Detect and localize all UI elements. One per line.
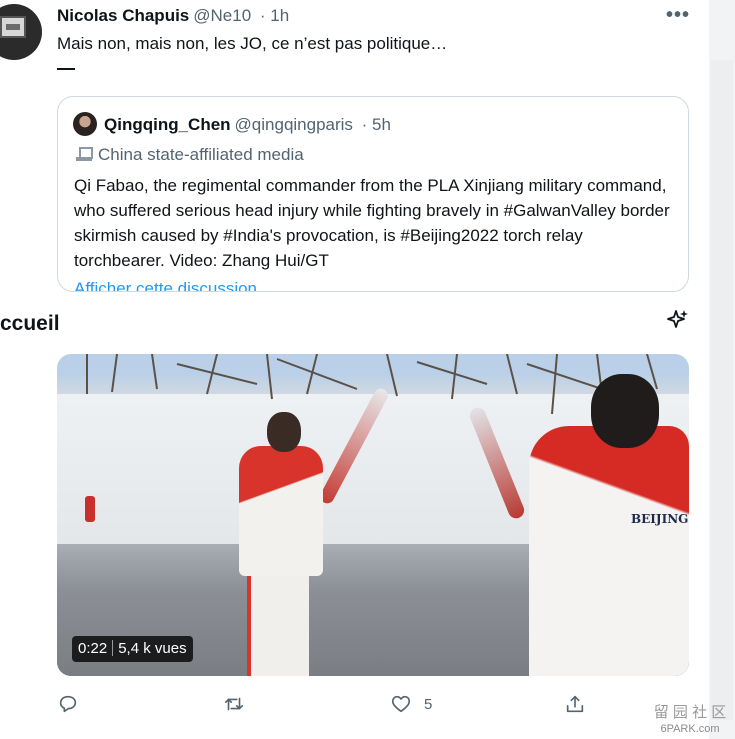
reply-button[interactable] xyxy=(57,690,79,718)
affiliation-text: China state-affiliated media xyxy=(98,145,304,164)
author-name[interactable]: Nicolas Chapuis xyxy=(57,6,189,25)
torchbearer-right: BEIJING 2 xyxy=(529,374,689,676)
like-icon xyxy=(391,695,411,713)
torchbearer-left xyxy=(239,412,323,676)
video-stats-badge: 0:22 5,4 k vues xyxy=(72,636,193,662)
video-duration: 0:22 xyxy=(78,640,108,657)
divider xyxy=(57,68,75,70)
tweet-text: Mais non, mais non, les JO, ce n’est pas… xyxy=(57,34,448,53)
header-overlay: ccueil xyxy=(0,292,709,348)
quoted-author-handle[interactable]: @qingqingparis xyxy=(235,115,353,134)
share-icon xyxy=(566,695,584,713)
tweet-time[interactable]: · 1h xyxy=(260,6,289,25)
video-views: 5,4 k vues xyxy=(118,640,187,657)
more-icon[interactable]: ••• xyxy=(666,4,690,27)
scrollbar[interactable] xyxy=(709,0,735,739)
jacket-logo: BEIJING 2 xyxy=(631,512,689,526)
show-thread-link[interactable]: Afficher cette discussion xyxy=(74,279,257,291)
scrollbar-thumb[interactable] xyxy=(711,60,733,720)
action-bar: 5 xyxy=(57,690,597,718)
watermark-line1: 留 园 社 区 xyxy=(653,704,727,721)
quoted-tweet[interactable]: Qingqing_Chen @qingqingparis · 5h China s… xyxy=(57,96,689,292)
fire-extinguisher xyxy=(85,496,95,522)
reply-icon xyxy=(59,695,77,713)
retweet-icon xyxy=(224,697,244,711)
quoted-header: Qingqing_Chen @qingqingparis · 5h xyxy=(104,115,391,135)
sparkle-icon[interactable] xyxy=(666,308,690,332)
author-handle[interactable]: @Ne10 xyxy=(193,6,251,25)
share-button[interactable] xyxy=(564,690,586,718)
watermark-line2: 6PARK.com xyxy=(660,723,720,735)
state-affiliated-label[interactable]: China state-affiliated media xyxy=(76,145,304,165)
retweet-button[interactable] xyxy=(223,690,245,718)
quoted-avatar[interactable] xyxy=(73,112,97,136)
avatar[interactable] xyxy=(0,4,42,60)
video-player[interactable]: BEIJING 2 xyxy=(57,354,689,676)
quoted-time[interactable]: · 5h xyxy=(362,115,391,134)
quoted-author-name[interactable]: Qingqing_Chen xyxy=(104,115,231,134)
tweet-header: Nicolas Chapuis @Ne10 · 1h xyxy=(57,6,289,28)
state-media-icon xyxy=(76,147,93,161)
watermark: 留 园 社 区 6PARK.com xyxy=(644,704,735,738)
like-button[interactable]: 5 xyxy=(390,690,432,718)
page-title: ccueil xyxy=(0,312,60,335)
like-count: 5 xyxy=(424,695,433,713)
quoted-text: Qi Fabao, the regimental commander from … xyxy=(74,176,670,270)
